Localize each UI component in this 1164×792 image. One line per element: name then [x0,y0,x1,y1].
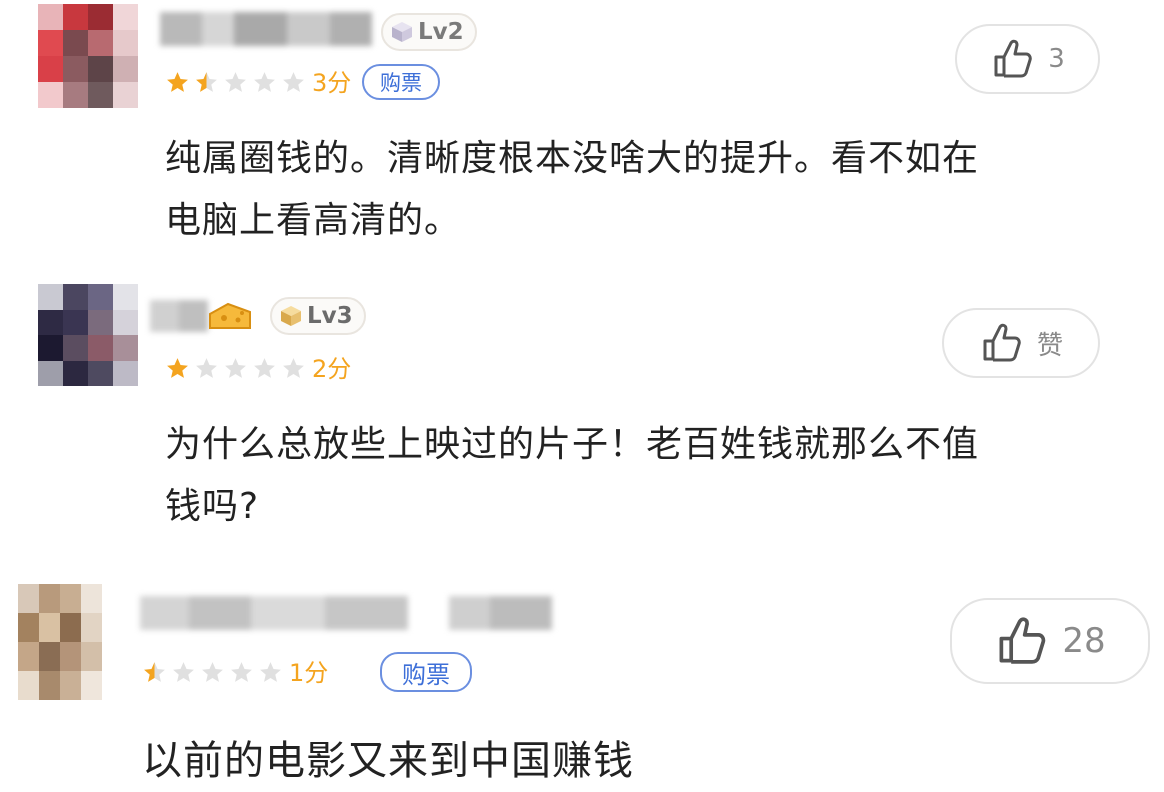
username-blurred[interactable] [140,596,552,630]
like-count: 28 [1062,621,1106,661]
comment-text: 纯属圈钱的。清晰度根本没啥大的提升。看不如在 电脑上看高清的。 [165,128,979,252]
star-rating: 1分 [142,660,328,685]
star-icon [231,662,252,682]
level-badge: Lv3 [270,297,366,335]
comment-feed: Lv2 3分 购票 3 纯属圈钱的。清晰度根本没啥大的提升。看不如在 电脑上看高… [0,0,1164,792]
like-button[interactable]: 28 [950,598,1150,684]
username-blurred[interactable] [150,300,208,332]
star-icon [254,72,275,92]
comment-item: Lv3 2分 赞 为什么总放些上映过的片子！老百姓钱就那么不值 钱吗? [0,270,1164,555]
avatar[interactable] [18,584,102,700]
star-icon [196,358,217,378]
ticket-purchase-badge: 购票 [380,652,472,692]
avatar[interactable] [38,284,138,386]
rating-score: 3分 [312,68,352,97]
level-label: Lv2 [418,19,464,45]
comment-line: 钱吗? [165,486,260,527]
star-icon [283,358,304,378]
comment-line: 为什么总放些上映过的片子！老百姓钱就那么不值 [165,424,980,465]
like-button[interactable]: 3 [955,24,1100,94]
level-label: Lv3 [307,303,353,329]
cheese-icon [209,302,251,329]
comment-text: 为什么总放些上映过的片子！老百姓钱就那么不值 钱吗? [165,414,979,538]
comment-line: 纯属圈钱的。清晰度根本没啥大的提升。看不如在 [165,138,980,179]
star-icon [196,72,217,92]
comment-line: 以前的电影又来到中国赚钱 [142,738,634,784]
cube-icon [281,306,301,326]
star-rating: 3分 [165,70,351,95]
star-icon [173,662,194,682]
rating-score: 1分 [289,658,329,687]
star-icon [167,358,188,378]
star-icon [144,662,165,682]
star-icon [167,72,188,92]
ticket-label: 购票 [380,71,422,95]
level-badge: Lv2 [381,13,477,51]
star-icon [225,72,246,92]
thumbs-up-icon [983,323,1021,362]
like-count: 赞 [1036,330,1063,361]
rating-score: 2分 [312,354,352,383]
comment-item: 1分 购票 28 以前的电影又来到中国赚钱 [0,570,1164,792]
cube-icon [392,22,412,42]
like-count: 3 [1048,44,1065,74]
comment-text: 以前的电影又来到中国赚钱 [142,730,634,792]
thumbs-up-icon [999,617,1046,664]
username-blurred[interactable] [160,12,372,46]
avatar[interactable] [38,4,138,108]
comment-item: Lv2 3分 购票 3 纯属圈钱的。清晰度根本没啥大的提升。看不如在 电脑上看高… [0,0,1164,270]
star-icon [283,72,304,92]
thumbs-up-icon [994,39,1032,78]
like-button[interactable]: 赞 [942,308,1100,378]
star-icon [260,662,281,682]
star-rating: 2分 [165,356,351,381]
star-icon [225,358,246,378]
star-icon [202,662,223,682]
star-icon [254,358,275,378]
ticket-purchase-badge: 购票 [362,64,440,100]
comment-line: 电脑上看高清的。 [165,200,462,241]
ticket-label: 购票 [402,660,450,689]
